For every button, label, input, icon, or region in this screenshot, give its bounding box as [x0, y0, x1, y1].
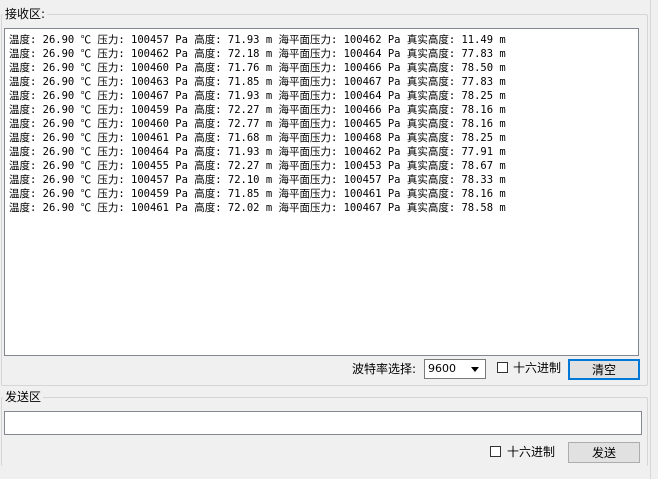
receive-line: 温度: 26.90 ℃ 压力: 100462 Pa 高度: 72.18 m 海平… — [9, 48, 506, 60]
receive-line: 温度: 26.90 ℃ 压力: 100460 Pa 高度: 71.76 m 海平… — [9, 62, 506, 74]
send-hex-checkbox[interactable] — [490, 446, 501, 457]
baud-rate-label: 波特率选择: — [352, 362, 417, 376]
receive-line: 温度: 26.90 ℃ 压力: 100461 Pa 高度: 72.02 m 海平… — [9, 202, 506, 214]
baud-rate-select[interactable]: 9600 — [424, 359, 486, 379]
receive-line: 温度: 26.90 ℃ 压力: 100457 Pa 高度: 71.93 m 海平… — [9, 34, 506, 46]
send-group-title: 发送区 — [3, 390, 44, 404]
send-hex-label[interactable]: 十六进制 — [507, 444, 555, 460]
receive-line: 温度: 26.90 ℃ 压力: 100464 Pa 高度: 71.93 m 海平… — [9, 146, 506, 158]
receive-log: 温度: 26.90 ℃ 压力: 100457 Pa 高度: 71.93 m 海平… — [9, 33, 506, 215]
receive-hex-label[interactable]: 十六进制 — [513, 360, 561, 376]
receive-line: 温度: 26.90 ℃ 压力: 100459 Pa 高度: 71.85 m 海平… — [9, 188, 506, 200]
receive-line: 温度: 26.90 ℃ 压力: 100457 Pa 高度: 72.10 m 海平… — [9, 174, 506, 186]
receive-line: 温度: 26.90 ℃ 压力: 100455 Pa 高度: 72.27 m 海平… — [9, 160, 506, 172]
send-button[interactable]: 发送 — [568, 442, 640, 463]
receive-group-title: 接收区: — [3, 7, 48, 21]
clear-button[interactable]: 清空 — [568, 359, 640, 380]
receive-line: 温度: 26.90 ℃ 压力: 100459 Pa 高度: 72.27 m 海平… — [9, 104, 506, 116]
window-right-edge — [650, 0, 658, 479]
receive-hex-checkbox[interactable] — [497, 362, 508, 373]
send-input[interactable] — [4, 411, 642, 435]
receive-line: 温度: 26.90 ℃ 压力: 100460 Pa 高度: 72.77 m 海平… — [9, 118, 506, 130]
receive-textarea[interactable]: 温度: 26.90 ℃ 压力: 100457 Pa 高度: 71.93 m 海平… — [4, 28, 639, 356]
receive-line: 温度: 26.90 ℃ 压力: 100461 Pa 高度: 71.68 m 海平… — [9, 132, 506, 144]
receive-line: 温度: 26.90 ℃ 压力: 100463 Pa 高度: 71.85 m 海平… — [9, 76, 506, 88]
chevron-down-icon — [471, 367, 479, 372]
receive-line: 温度: 26.90 ℃ 压力: 100467 Pa 高度: 71.93 m 海平… — [9, 90, 506, 102]
baud-rate-value: 9600 — [428, 362, 456, 375]
